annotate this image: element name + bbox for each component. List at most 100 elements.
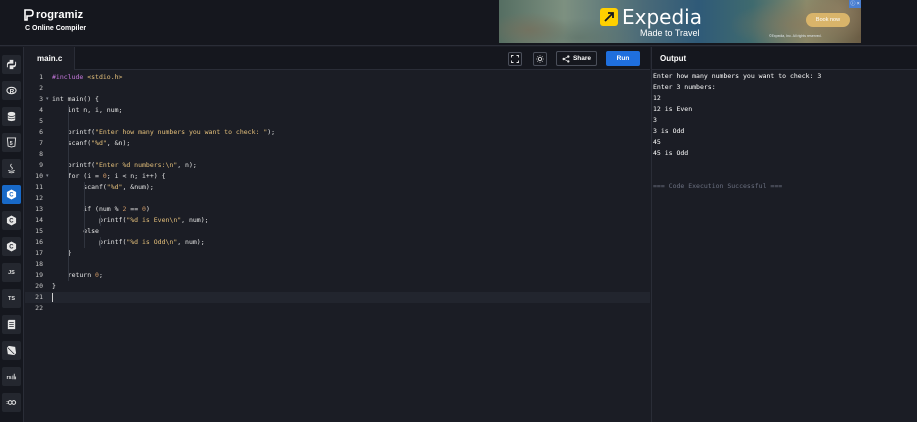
ruby-icon [6,345,17,356]
code-line[interactable]: 12 [25,193,650,204]
c-lang-icon: C [6,189,17,200]
sidebar-item-c[interactable]: C [2,185,21,204]
line-number: 11 [35,183,43,191]
code-line[interactable]: 2 [25,83,650,94]
code-line[interactable]: 17 } [25,248,650,259]
sidebar-item-stack[interactable] [2,315,21,334]
code-line[interactable]: 8 [25,149,650,160]
sidebar-item-typescript[interactable]: TS [2,289,21,308]
sidebar-item-rust[interactable]: rs [2,367,21,386]
line-number: 18 [35,260,43,268]
share-label: Share [572,55,592,62]
line-number: 4 [39,106,43,114]
fold-toggle-icon[interactable]: ▾ [46,171,49,182]
java-icon [8,163,15,174]
ts-icon: TS [7,295,16,302]
output-line: 45 [653,138,661,146]
ad-book-now-button[interactable]: Book now [806,13,850,27]
code-line[interactable]: 21 [25,292,650,303]
output-line: Enter 3 numbers: [653,83,716,91]
code-line[interactable]: 6 printf("Enter how many numbers you wan… [25,127,650,138]
indent-guide [100,237,101,248]
code-text: #include <stdio.h> [52,73,123,81]
sidebar-item-sql[interactable] [2,107,21,126]
cpp-icon: C [6,215,17,226]
code-line[interactable]: 15 else [25,226,650,237]
svg-text:C: C [9,193,14,199]
line-number: 13 [35,205,43,213]
code-text: for (i = 0; i < n; i++) { [52,172,166,180]
code-line[interactable]: 1 #include <stdio.h> [25,72,650,83]
sidebar-item-cpp[interactable]: C [2,211,21,230]
sql-icon [7,111,16,122]
line-number: 1 [39,73,43,81]
theme-toggle-button[interactable] [533,52,547,66]
line-number: 17 [35,249,43,257]
indent-guide [100,215,101,226]
sidebar-item-javascript[interactable]: JS [2,263,21,282]
rust-icon: rs [6,373,17,381]
run-button[interactable]: Run [606,51,640,66]
tab-main-c[interactable]: main.c [25,47,75,70]
code-text: int main() { [52,95,99,103]
svg-text:C: C [9,245,14,251]
code-line[interactable]: 16 printf("%d is Odd\n", num); [25,237,650,248]
ad-banner[interactable]: Expedia Made to Travel Book now ©Expedia… [499,0,861,43]
top-header: rogramiz C Online Compiler Expedia Made … [0,0,917,46]
r-lang-icon: R [6,86,17,95]
line-number: 16 [35,238,43,246]
code-line[interactable]: 4 int n, i, num; [25,105,650,116]
code-line[interactable]: 7 scanf("%d", &n); [25,138,650,149]
sidebar-item-csharp[interactable]: C [2,237,21,256]
output-title: Output [660,54,687,63]
brand-name: rogramiz [36,9,84,21]
stack-icon [7,319,16,330]
share-button[interactable]: Share [556,51,597,66]
code-line[interactable]: 5 [25,116,650,127]
code-line[interactable]: 22 [25,303,650,314]
code-text: } [52,282,56,290]
sidebar-item-java[interactable] [2,159,21,178]
code-area[interactable]: 1 #include <stdio.h> 2 3 ▾ int main() {4 int … [25,70,650,422]
ad-fine-print: ©Expedia, Inc. All rights reserved. [769,34,822,38]
sidebar-item-html[interactable]: 5 [2,133,21,152]
html5-icon: 5 [6,137,17,148]
sidebar-item-python[interactable] [2,55,21,74]
ad-choices-badge[interactable]: ⓘ × [849,0,861,8]
svg-text:rs: rs [6,375,11,381]
csharp-icon: C [6,241,17,252]
code-line[interactable]: 3 ▾ int main() { [25,94,650,105]
svg-text:5: 5 [10,141,13,147]
file-tab-label: main.c [37,54,63,63]
programiz-logo-icon [24,9,34,21]
code-text: printf("%d is Even\n", num); [52,216,209,224]
code-line[interactable]: 10 ▾ for (i = 0; i < n; i++) { [25,171,650,182]
editor-toolbar: main.c Share Run [25,47,650,70]
fullscreen-button[interactable] [508,52,522,66]
code-line[interactable]: 18 [25,259,650,270]
language-sidebar: R 5 C C C JS TS rs [0,47,24,422]
line-number: 6 [39,128,43,136]
code-line[interactable]: 13 if (num % 2 == 0) [25,204,650,215]
share-icon [562,54,570,63]
code-text: return 0; [52,271,103,279]
programiz-logo[interactable]: rogramiz [24,9,83,21]
expedia-plane-icon [600,8,618,26]
output-line: 3 [653,116,657,124]
code-text: int n, i, num; [52,106,123,114]
output-line: Enter how many numbers you want to check… [653,72,822,80]
output-header: Output [652,47,917,70]
code-line[interactable]: 19 return 0; [25,270,650,281]
code-line[interactable]: 9 printf("Enter %d numbers:\n", n); [25,160,650,171]
code-line[interactable]: 11 scanf("%d", &num); [25,182,650,193]
code-line[interactable]: 20} [25,281,650,292]
sidebar-item-r[interactable]: R [2,81,21,100]
line-number: 12 [35,194,43,202]
fold-toggle-icon[interactable]: ▾ [46,94,49,105]
output-line: 12 is Even [653,105,693,113]
sidebar-item-go[interactable] [2,393,21,412]
output-line: 45 is Odd [653,149,689,157]
code-line[interactable]: 14 printf("%d is Even\n", num); [25,215,650,226]
line-number: 9 [39,161,43,169]
sidebar-item-ruby[interactable] [2,341,21,360]
